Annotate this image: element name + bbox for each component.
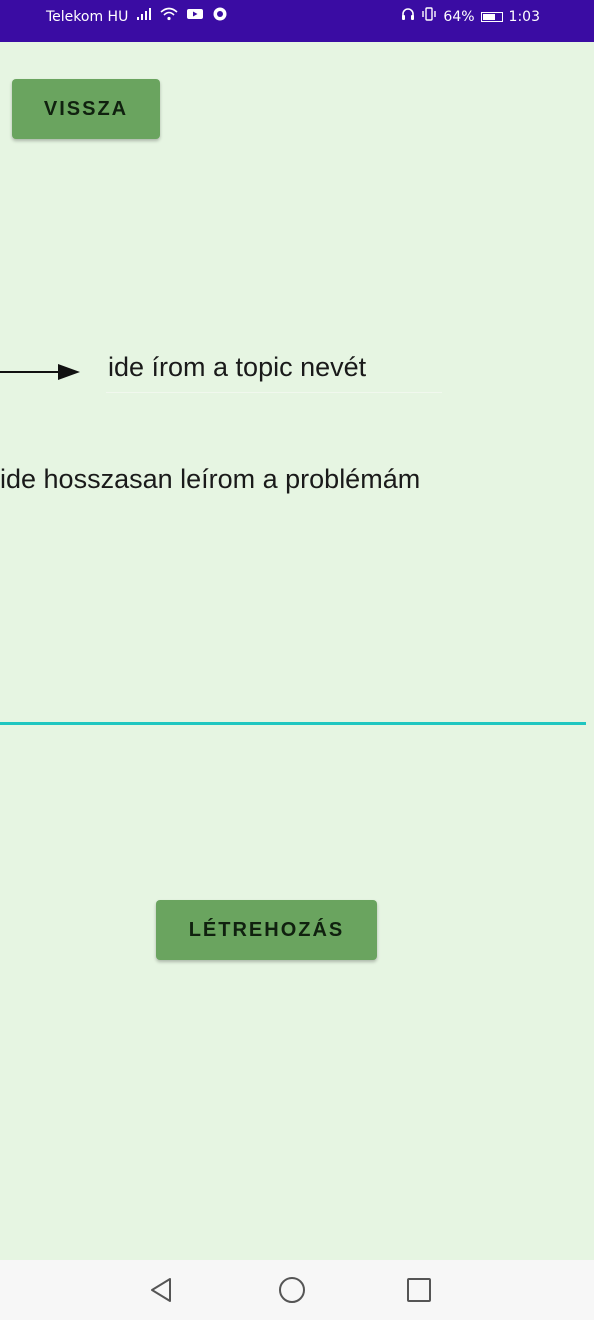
status-right: 64% 1:03 bbox=[401, 7, 540, 27]
battery-percent: 64% bbox=[443, 9, 475, 25]
youtube-icon bbox=[186, 7, 204, 27]
headphones-icon bbox=[401, 7, 415, 27]
create-button[interactable]: LÉTREHOZÁS bbox=[156, 900, 377, 960]
nav-recents-icon[interactable] bbox=[403, 1274, 435, 1306]
nav-home-icon[interactable] bbox=[276, 1274, 308, 1306]
description-focus-underline bbox=[0, 722, 586, 725]
status-bar: Telekom HU 64% 1:03 bbox=[0, 0, 594, 42]
back-button[interactable]: VISSZA bbox=[12, 79, 160, 139]
signal-icon bbox=[136, 7, 152, 27]
vibrate-icon bbox=[421, 7, 437, 27]
status-left: Telekom HU bbox=[46, 6, 228, 28]
battery-icon bbox=[480, 12, 503, 22]
topic-name-underline bbox=[106, 392, 442, 393]
carrier-label: Telekom HU bbox=[46, 9, 129, 25]
description-input[interactable]: ide hosszasan leírom a problémám bbox=[0, 464, 420, 495]
clock: 1:03 bbox=[508, 9, 540, 25]
wifi-icon bbox=[160, 7, 178, 27]
arrow-right-icon bbox=[0, 364, 80, 380]
nav-back-icon[interactable] bbox=[146, 1274, 178, 1306]
topic-name-input[interactable]: ide írom a topic nevét bbox=[108, 352, 366, 383]
app-notification-icon bbox=[212, 6, 228, 28]
navigation-bar bbox=[0, 1260, 594, 1320]
